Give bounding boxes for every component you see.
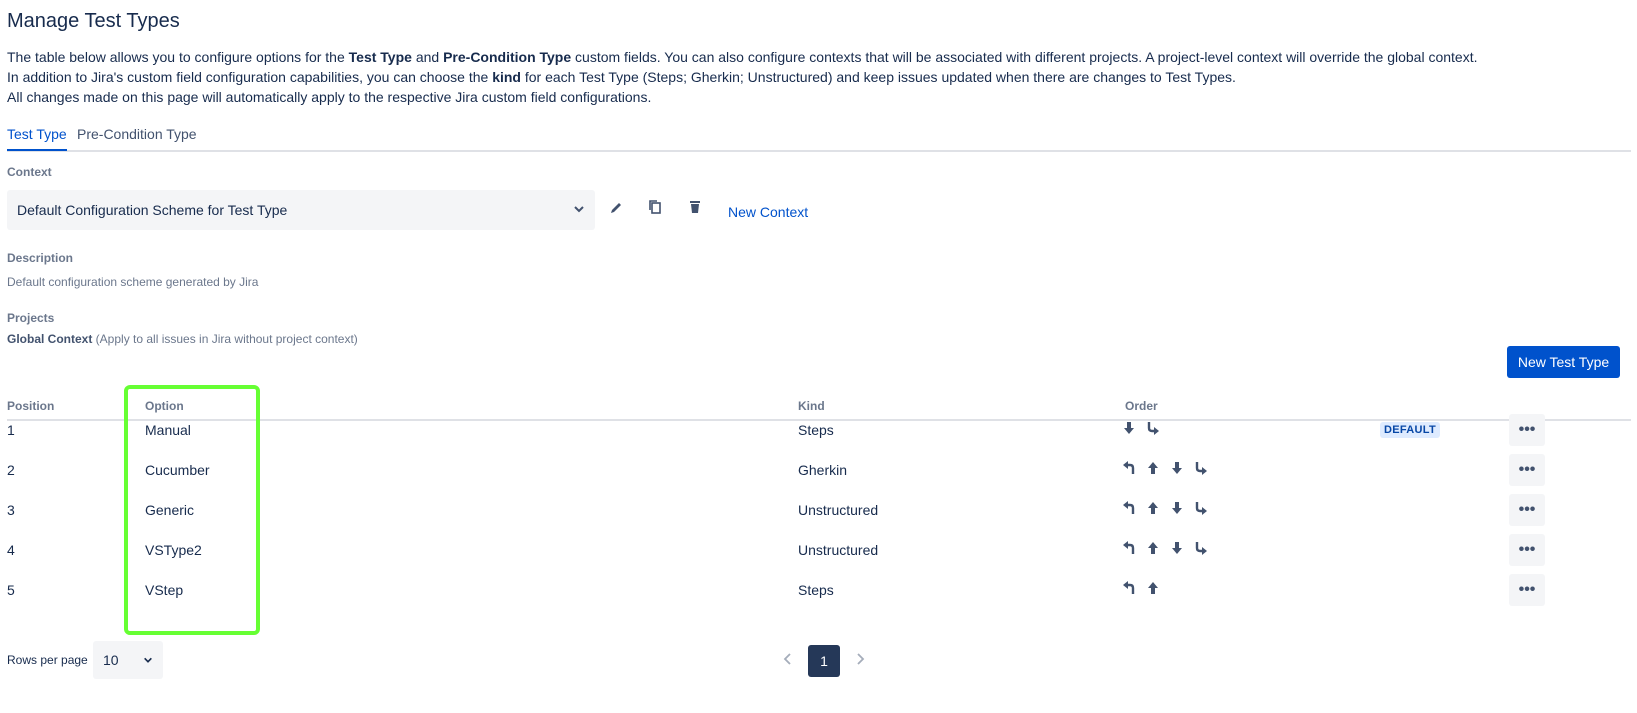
order-controls [1121,498,1209,518]
projects-label: Projects [7,311,55,325]
rows-per-page-label: Rows per page [7,653,88,667]
cell-position: 3 [7,502,15,518]
context-select[interactable]: Default Configuration Scheme for Test Ty… [7,190,595,230]
chevron-down-icon [573,202,585,218]
delete-context-button[interactable] [684,198,706,220]
cell-position: 5 [7,582,15,598]
move-top-icon[interactable] [1121,578,1137,598]
cell-position: 4 [7,542,15,558]
more-actions-button[interactable]: ••• [1509,454,1545,486]
chevron-right-icon [855,652,865,671]
move-down-icon[interactable] [1169,458,1185,478]
move-bottom-icon[interactable] [1145,418,1161,438]
tab-bar: Test Type Pre-Condition Type [7,120,1631,152]
order-controls [1121,578,1161,598]
chevron-left-icon [783,652,793,671]
move-down-icon[interactable] [1121,418,1137,438]
order-controls [1121,538,1209,558]
page-button-current[interactable]: 1 [808,645,840,677]
cell-kind: Steps [798,582,834,598]
move-down-icon[interactable] [1169,538,1185,558]
more-actions-button[interactable]: ••• [1509,574,1545,606]
order-controls [1121,418,1161,438]
cell-kind: Steps [798,422,834,438]
move-top-icon[interactable] [1121,458,1137,478]
move-up-icon[interactable] [1145,538,1161,558]
move-up-icon[interactable] [1145,458,1161,478]
description-label: Description [7,251,74,265]
rows-per-page-value: 10 [103,652,119,668]
cell-kind: Unstructured [798,542,879,558]
move-bottom-icon[interactable] [1193,498,1209,518]
option-column-highlight [124,385,260,635]
move-top-icon[interactable] [1121,538,1137,558]
move-bottom-icon[interactable] [1193,538,1209,558]
cell-kind: Gherkin [798,462,848,478]
projects-text: Global Context (Apply to all issues in J… [7,332,358,346]
pencil-icon [609,201,623,220]
context-select-value: Default Configuration Scheme for Test Ty… [17,202,288,218]
move-up-icon[interactable] [1145,578,1161,598]
move-bottom-icon[interactable] [1193,458,1209,478]
default-badge: DEFAULT [1380,422,1441,438]
move-top-icon[interactable] [1121,498,1137,518]
prev-page-button[interactable] [780,646,796,676]
new-context-link[interactable]: New Context [728,204,808,220]
pagination: 1 [780,645,868,677]
trash-icon [688,199,702,220]
more-actions-button[interactable]: ••• [1509,494,1545,526]
tab-pre-condition-type[interactable]: Pre-Condition Type [77,126,197,142]
page-title: Manage Test Types [7,10,180,32]
copy-icon [648,199,662,220]
order-controls [1121,458,1209,478]
edit-context-button[interactable] [605,199,627,221]
move-up-icon[interactable] [1145,498,1161,518]
copy-context-button[interactable] [644,198,666,220]
description-text: Default configuration scheme generated b… [7,275,259,289]
cell-position: 1 [7,422,15,438]
more-actions-button[interactable]: ••• [1509,534,1545,566]
next-page-button[interactable] [852,646,868,676]
rows-per-page-select[interactable]: 10 [93,641,163,679]
chevron-down-icon [143,652,153,668]
cell-position: 2 [7,462,15,478]
more-actions-button[interactable]: ••• [1509,414,1545,446]
tab-test-type[interactable]: Test Type [7,126,67,151]
context-label: Context [7,165,52,179]
move-down-icon[interactable] [1169,498,1185,518]
new-test-type-button[interactable]: New Test Type [1507,346,1620,378]
intro-text: The table below allows you to configure … [7,49,1478,105]
cell-kind: Unstructured [798,502,879,518]
